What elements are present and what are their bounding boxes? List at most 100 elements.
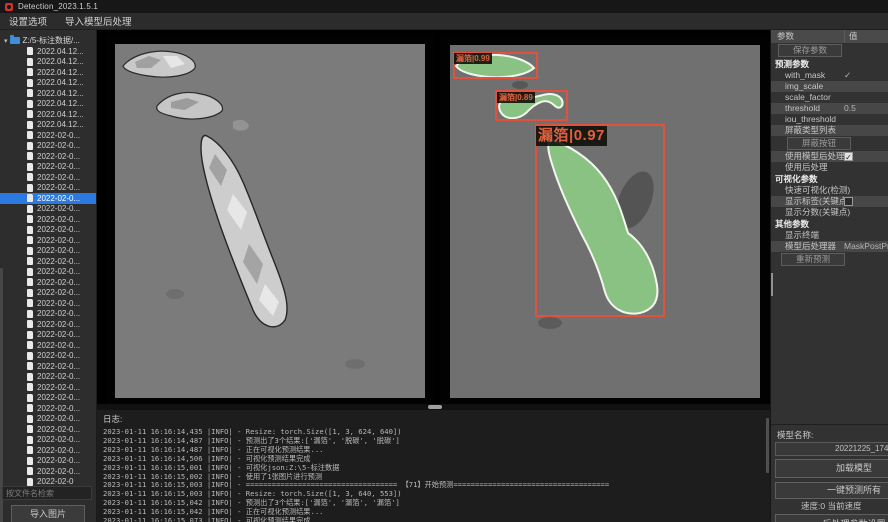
param-row[interactable]: 可视化参数 <box>771 173 888 185</box>
window-title: Detection_2023.1.5.1 <box>18 2 98 11</box>
file-icon <box>27 446 33 454</box>
file-icon <box>27 404 33 412</box>
tree-file-item[interactable]: 2022-02-0... <box>0 214 96 225</box>
param-row[interactable]: 屏蔽类型列表 <box>771 125 888 136</box>
tree-file-item[interactable]: 2022.04.12... <box>0 99 96 110</box>
file-icon <box>27 110 33 118</box>
log-panel[interactable]: 日志: 2023-01-11 16:16:14,435 |INFO| - Res… <box>97 410 770 522</box>
param-row[interactable]: iou_threshold <box>771 114 888 125</box>
tree-file-item[interactable]: 2022-02-0... <box>0 172 96 183</box>
panel-scrollbar[interactable] <box>771 273 773 296</box>
file-icon <box>27 289 33 297</box>
model-name-field[interactable]: 20221225_174813 <box>775 442 888 456</box>
file-name: 2022-02-0... <box>37 425 80 434</box>
tree-file-item[interactable]: 2022-02-0... <box>0 235 96 246</box>
tree-file-item[interactable]: 2022-02-0... <box>0 309 96 320</box>
tree-root-folder[interactable]: ▾ Z:/5-标注数据/... <box>4 35 80 46</box>
parameter-panel: 参数 值 保存参数 预测参数 with_mask ✓ img_scale sca… <box>770 30 888 522</box>
tree-file-item[interactable]: 2022-02-0... <box>0 319 96 330</box>
speed-status: 速度:0 当前速度 <box>801 500 861 512</box>
tree-scrollbar[interactable] <box>0 268 3 522</box>
param-row[interactable]: 重新预测 <box>771 252 888 267</box>
param-label: 使用模型后处理 <box>785 151 845 161</box>
tree-file-item[interactable]: 2022-02-0... <box>0 351 96 362</box>
param-row[interactable]: 保存参数 <box>771 43 888 58</box>
file-name: 2022-02-0... <box>37 215 80 224</box>
tree-file-item[interactable]: 2022-02-0... <box>0 435 96 446</box>
param-row[interactable]: 使用模型后处理 ✓ <box>771 151 888 162</box>
detection-box <box>535 124 665 317</box>
param-row[interactable]: img_scale <box>771 81 888 92</box>
param-row[interactable]: 显示分数(关键点) <box>771 207 888 218</box>
param-row[interactable]: 预测参数 <box>771 58 888 70</box>
postprocess-settings-button[interactable]: 后处理参数设置 <box>775 514 888 522</box>
param-row[interactable]: 显示终端 <box>771 230 888 241</box>
tree-file-item[interactable]: 2022.04.12... <box>0 109 96 120</box>
param-checkbox[interactable]: ✓ <box>844 152 853 161</box>
param-label: img_scale <box>785 81 823 91</box>
tree-file-item[interactable]: 2022-02-0... <box>0 162 96 173</box>
tree-file-item[interactable]: 2022-02-0... <box>0 330 96 341</box>
param-row[interactable]: 显示标签(关键点) <box>771 196 888 207</box>
tree-file-item[interactable]: 2022-02-0... <box>0 445 96 456</box>
param-row[interactable]: 模型后处理器 MaskPostPro <box>771 241 888 252</box>
tree-file-item[interactable]: 2022-02-0... <box>0 414 96 425</box>
caret-down-icon[interactable]: ▾ <box>4 37 8 45</box>
tree-file-item[interactable]: 2022-02-0... <box>0 382 96 393</box>
param-row[interactable]: 使用后处理 <box>771 162 888 173</box>
menu-item[interactable]: 导入模型后处理 <box>65 14 132 28</box>
file-icon <box>27 47 33 55</box>
tree-file-item[interactable]: 2022.04.12... <box>0 120 96 131</box>
param-row[interactable]: 快速可视化(检测) <box>771 185 888 196</box>
tree-file-item[interactable]: 2022-02-0... <box>0 424 96 435</box>
tree-file-item[interactable]: 2022-02-0... <box>0 393 96 404</box>
file-name: 2022-02-0... <box>37 404 80 413</box>
tree-file-item[interactable]: 2022-02-0... <box>0 340 96 351</box>
tree-file-item[interactable]: 2022-02-0... <box>0 403 96 414</box>
param-checkbox[interactable] <box>844 197 853 206</box>
tree-file-item[interactable]: 2022-02-0... <box>0 298 96 309</box>
filename-search-input[interactable] <box>2 486 92 500</box>
tree-file-item[interactable]: 2022-02-0... <box>0 130 96 141</box>
file-icon <box>27 299 33 307</box>
tree-file-item[interactable]: 2022-02-0... <box>0 288 96 299</box>
tree-file-item[interactable]: 2022-02-0... <box>0 225 96 236</box>
param-row[interactable]: 屏蔽按钮 <box>771 136 888 151</box>
tree-file-item[interactable]: 2022-02-0... <box>0 466 96 477</box>
param-row[interactable]: with_mask ✓ <box>771 70 888 81</box>
tree-file-item[interactable]: 2022.04.12... <box>0 67 96 78</box>
import-image-button[interactable]: 导入图片 <box>11 505 85 522</box>
tree-file-item[interactable]: 2022-02-0... <box>0 456 96 467</box>
tree-file-item[interactable]: 2022.04.12... <box>0 78 96 89</box>
tree-file-item[interactable]: 2022-02-0... <box>0 361 96 372</box>
log-scrollbar[interactable] <box>766 418 769 473</box>
tree-file-item[interactable]: 2022-02-0... <box>0 277 96 288</box>
tree-file-item[interactable]: 2022-02-0... <box>0 267 96 278</box>
tree-file-item[interactable]: 2022-02-0... <box>0 141 96 152</box>
file-icon <box>27 362 33 370</box>
param-row[interactable]: 其他参数 <box>771 218 888 230</box>
original-image-viewer[interactable] <box>106 35 434 404</box>
file-name: 2022-02-0... <box>37 194 80 203</box>
tree-file-item[interactable]: 2022.04.12... <box>0 88 96 99</box>
param-label: threshold <box>785 103 820 113</box>
tree-file-item[interactable]: 2022-02-0... <box>0 204 96 215</box>
predict-all-button[interactable]: 一键预测所有 <box>775 482 888 499</box>
menu-item[interactable]: 设置选项 <box>9 14 47 28</box>
param-row[interactable]: scale_factor <box>771 92 888 103</box>
tree-file-item[interactable]: 2022-02-0... <box>0 256 96 267</box>
tree-file-item[interactable]: 2022.04.12... <box>0 57 96 68</box>
tree-file-item[interactable]: 2022-02-0... <box>0 246 96 257</box>
param-row[interactable]: threshold 0.5 <box>771 103 888 114</box>
load-model-button[interactable]: 加载模型 <box>775 459 888 478</box>
tree-file-item[interactable]: 2022.04.12... <box>0 46 96 57</box>
file-name: 2022-02-0... <box>37 309 80 318</box>
splitter-handle-icon[interactable] <box>428 405 442 409</box>
prediction-image-viewer[interactable]: 漏箔|0.99 漏箔|0.89 漏箔|0.97 <box>440 35 770 404</box>
tree-file-item[interactable]: 2022-02-0... <box>0 151 96 162</box>
file-name: 2022-02-0 <box>37 477 73 486</box>
file-name: 2022-02-0... <box>37 257 80 266</box>
tree-file-item[interactable]: 2022-02-0... <box>0 372 96 383</box>
tree-file-item[interactable]: 2022-02-0... <box>0 183 96 194</box>
tree-file-item[interactable]: 2022-02-0... <box>0 193 96 204</box>
